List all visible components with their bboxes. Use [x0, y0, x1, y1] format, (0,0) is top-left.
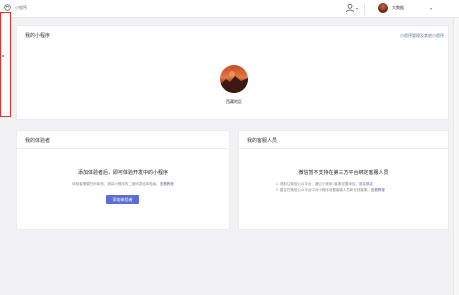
customer-service-card: 我的客服人员 — [238, 130, 449, 230]
app-name: 小程序 — [15, 4, 27, 10]
bind-link[interactable]: 前往绑定 — [359, 182, 373, 186]
manage-miniprogram-link[interactable]: 小程序管理及其他小程序 — [400, 33, 444, 39]
add-experience-member-button[interactable]: 添加体验者 — [106, 195, 139, 204]
empty-state-title: 微信暂不支持在第三方平台绑定客服人员 — [298, 170, 389, 176]
chevron-down-icon[interactable]: ▾ — [430, 6, 432, 11]
card-title: 我的小程序 — [25, 33, 51, 39]
empty-state-title: 添加体验者后，即可体验开发中的小程序 — [77, 170, 168, 176]
landscape-icon — [220, 71, 248, 93]
account-name: 大数据 — [392, 5, 404, 10]
chevron-down-icon[interactable]: ▾ — [356, 6, 358, 11]
top-bar: 小程序 ▾ 大数据 ▾ — [0, 0, 459, 18]
account-switcher[interactable]: 大数据 — [378, 3, 404, 13]
miniprogram-name[interactable]: 西藏地区 — [205, 99, 263, 105]
experience-members-card: 我的体验者 — [16, 130, 230, 230]
card-title: 我的体验者 — [25, 138, 51, 144]
sidebar-handle[interactable] — [2, 55, 4, 57]
divider — [17, 148, 229, 149]
card-title: 我的客服人员 — [247, 138, 278, 144]
scrollbar[interactable] — [453, 18, 459, 295]
brand[interactable]: 小程序 — [4, 4, 27, 11]
divider — [239, 148, 448, 149]
miniprogram-avatar[interactable] — [220, 65, 248, 93]
miniprogram-logo-icon — [4, 4, 11, 11]
user-icon[interactable] — [345, 3, 355, 13]
empty-state-desc: 体验者需要扫码体验，请将小程序的二维码发给体验者。查看教程 — [72, 182, 174, 186]
rule-line-2: 2. 建议在微信公众平台中对小程序设置客服人员和在线客服。查看教程 — [276, 188, 385, 192]
tutorial-link[interactable]: 查看教程 — [371, 188, 385, 192]
divider — [364, 3, 365, 15]
sidebar[interactable] — [0, 12, 11, 117]
avatar — [378, 3, 388, 13]
rule-line-1: 1. 请前往微信公众平台，通过小程序>客服设置添加。前往绑定 — [276, 182, 373, 186]
tutorial-link[interactable]: 查看教程 — [160, 182, 174, 186]
